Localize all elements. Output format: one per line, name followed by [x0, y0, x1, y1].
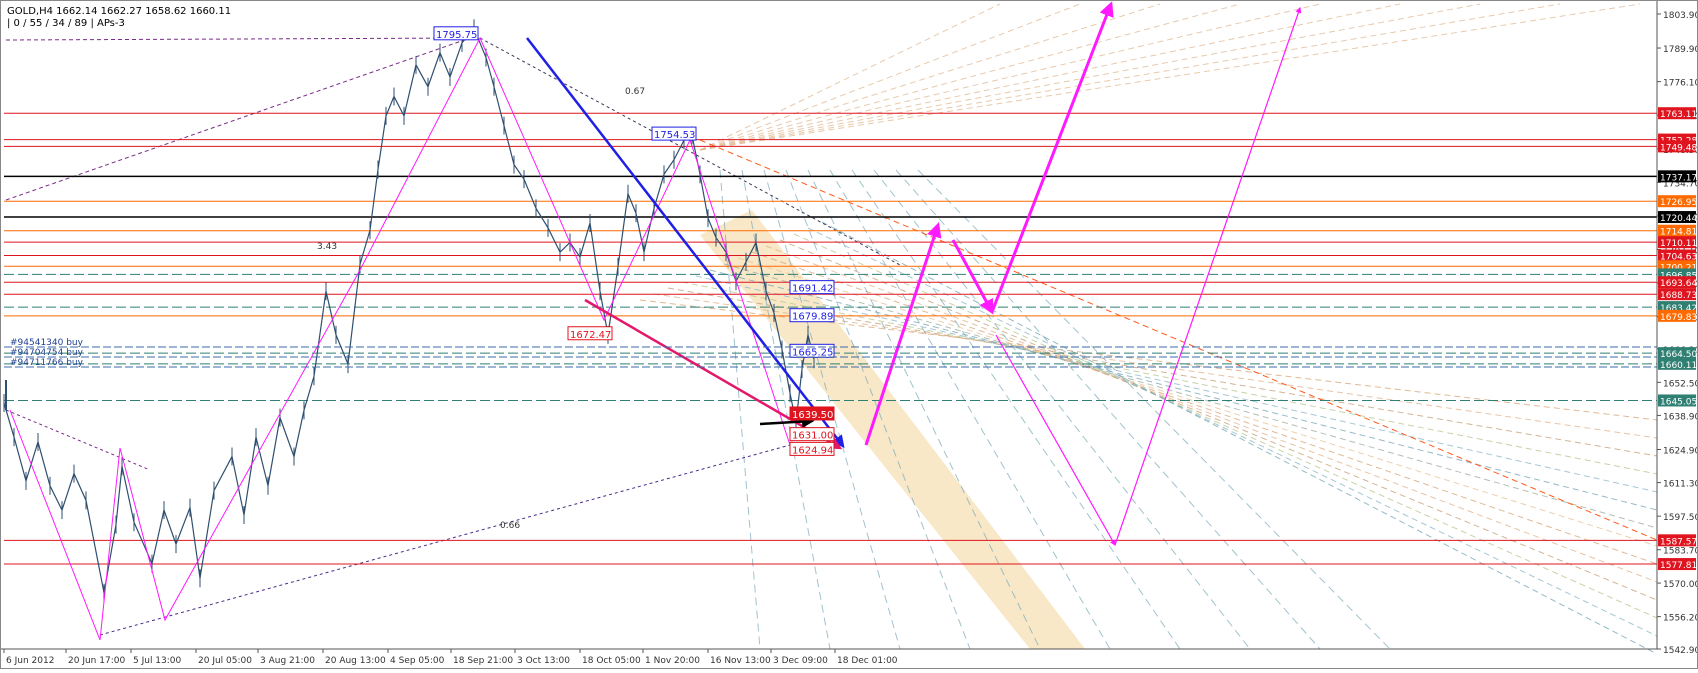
price-level-label: 1577.81	[1660, 561, 1697, 571]
swing-label: 1754.53	[654, 130, 695, 141]
y-tick-label: 1624.90	[1663, 446, 1698, 456]
x-tick-label: 3 Aug 21:00	[260, 656, 315, 666]
y-tick-label: 1597.50	[1663, 513, 1698, 523]
indicator-line: | 0 / 55 / 34 / 89 | APs-3	[7, 18, 125, 29]
x-tick-label: 3 Dec 09:00	[773, 656, 828, 666]
price-level-label: 1710.11	[1660, 239, 1697, 249]
x-tick-label: 1 Nov 20:00	[645, 656, 700, 666]
y-tick-label: 1556.20	[1663, 614, 1698, 624]
y-tick-label: 1570.00	[1663, 580, 1698, 590]
price-chart[interactable]: 1763.111752.281749.481737.171726.951720.…	[0, 0, 1698, 669]
price-level-label: 1720.44	[1660, 214, 1697, 224]
x-tick-label: 18 Dec 01:00	[837, 656, 898, 666]
swing-label: 1795.75	[436, 30, 477, 41]
price-level-label: 1587.57	[1660, 537, 1697, 547]
swing-label: 1639.50	[792, 410, 833, 421]
annotation: 0.66	[500, 521, 520, 531]
x-tick-label: 4 Sep 05:00	[390, 656, 445, 666]
x-tick-label: 20 Jul 05:00	[198, 656, 252, 666]
price-level-label: 1763.11	[1660, 110, 1697, 120]
y-tick-label: 1542.90	[1663, 646, 1698, 656]
price-level-label: 1749.48	[1660, 143, 1697, 153]
price-level-label: 1737.17	[1660, 173, 1697, 183]
y-tick-label: 1638.90	[1663, 412, 1698, 422]
trade-label: #94704754 buy	[10, 348, 84, 358]
price-level-label: 1660.11	[1660, 361, 1697, 371]
symbol-info: GOLD,H4 1662.14 1662.27 1658.62 1660.11 …	[7, 6, 231, 30]
swing-label: 1691.42	[792, 284, 833, 295]
annotation: 3.43	[317, 242, 337, 252]
y-tick-label: 1776.10	[1663, 79, 1698, 89]
x-tick-label: 16 Nov 13:00	[710, 656, 771, 666]
x-tick-label: 3 Oct 13:00	[517, 656, 570, 666]
trade-label: #94711766 buy	[10, 358, 84, 368]
swing-label: 1679.89	[792, 312, 833, 323]
price-level-label: 1688.73	[1660, 291, 1697, 301]
y-tick-label: 1803.90	[1663, 11, 1698, 21]
x-tick-label: 18 Sep 21:00	[453, 656, 513, 666]
annotation: 0.67	[625, 87, 645, 97]
symbol-line: GOLD,H4 1662.14 1662.27 1658.62 1660.11	[7, 6, 232, 17]
x-tick-label: 5 Jul 13:00	[133, 656, 182, 666]
y-tick-label: 1611.30	[1663, 480, 1698, 490]
y-tick-label: 1789.90	[1663, 45, 1698, 55]
price-level-label: 1726.95	[1660, 198, 1697, 208]
y-tick-label: 1583.70	[1663, 547, 1698, 557]
y-tick-label: 1652.50	[1663, 379, 1698, 389]
chart-window[interactable]: 1763.111752.281749.481737.171726.951720.…	[0, 0, 1698, 669]
price-level-label: 1693.64	[1660, 279, 1697, 289]
price-level-label: 1679.83	[1660, 313, 1697, 323]
x-tick-label: 18 Oct 05:00	[582, 656, 641, 666]
trade-label: #94541340 buy	[10, 338, 84, 348]
x-tick-label: 6 Jun 2012	[6, 656, 54, 666]
swing-label: 1672.47	[570, 330, 611, 341]
x-tick-label: 20 Aug 13:00	[325, 656, 386, 666]
price-level-label: 1645.05	[1660, 397, 1697, 407]
x-tick-label: 20 Jun 17:00	[68, 656, 125, 666]
swing-label: 1631.00	[792, 431, 833, 442]
swing-label: 1624.94	[792, 445, 833, 456]
